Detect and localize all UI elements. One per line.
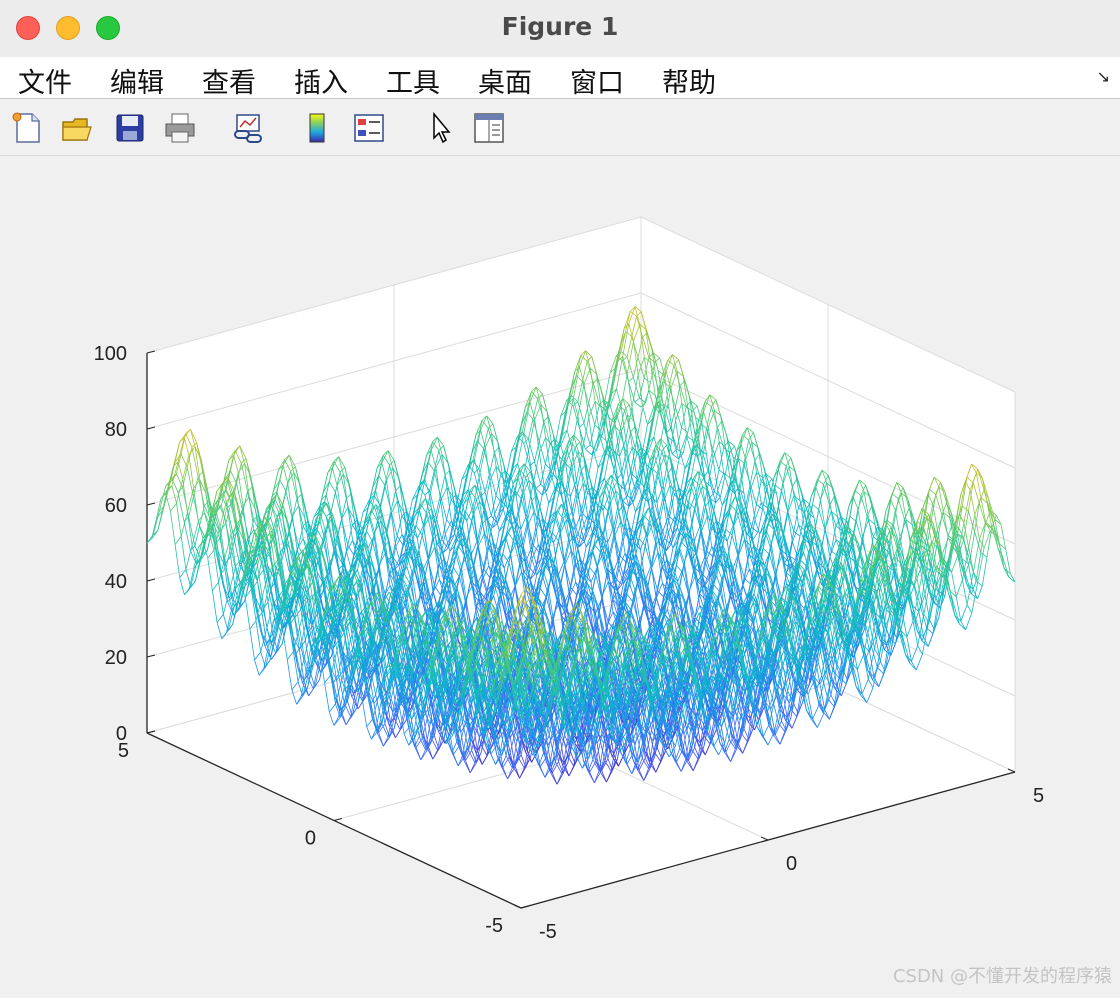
mesh-plot[interactable]: 020406080100-505-505 bbox=[0, 0, 1120, 998]
